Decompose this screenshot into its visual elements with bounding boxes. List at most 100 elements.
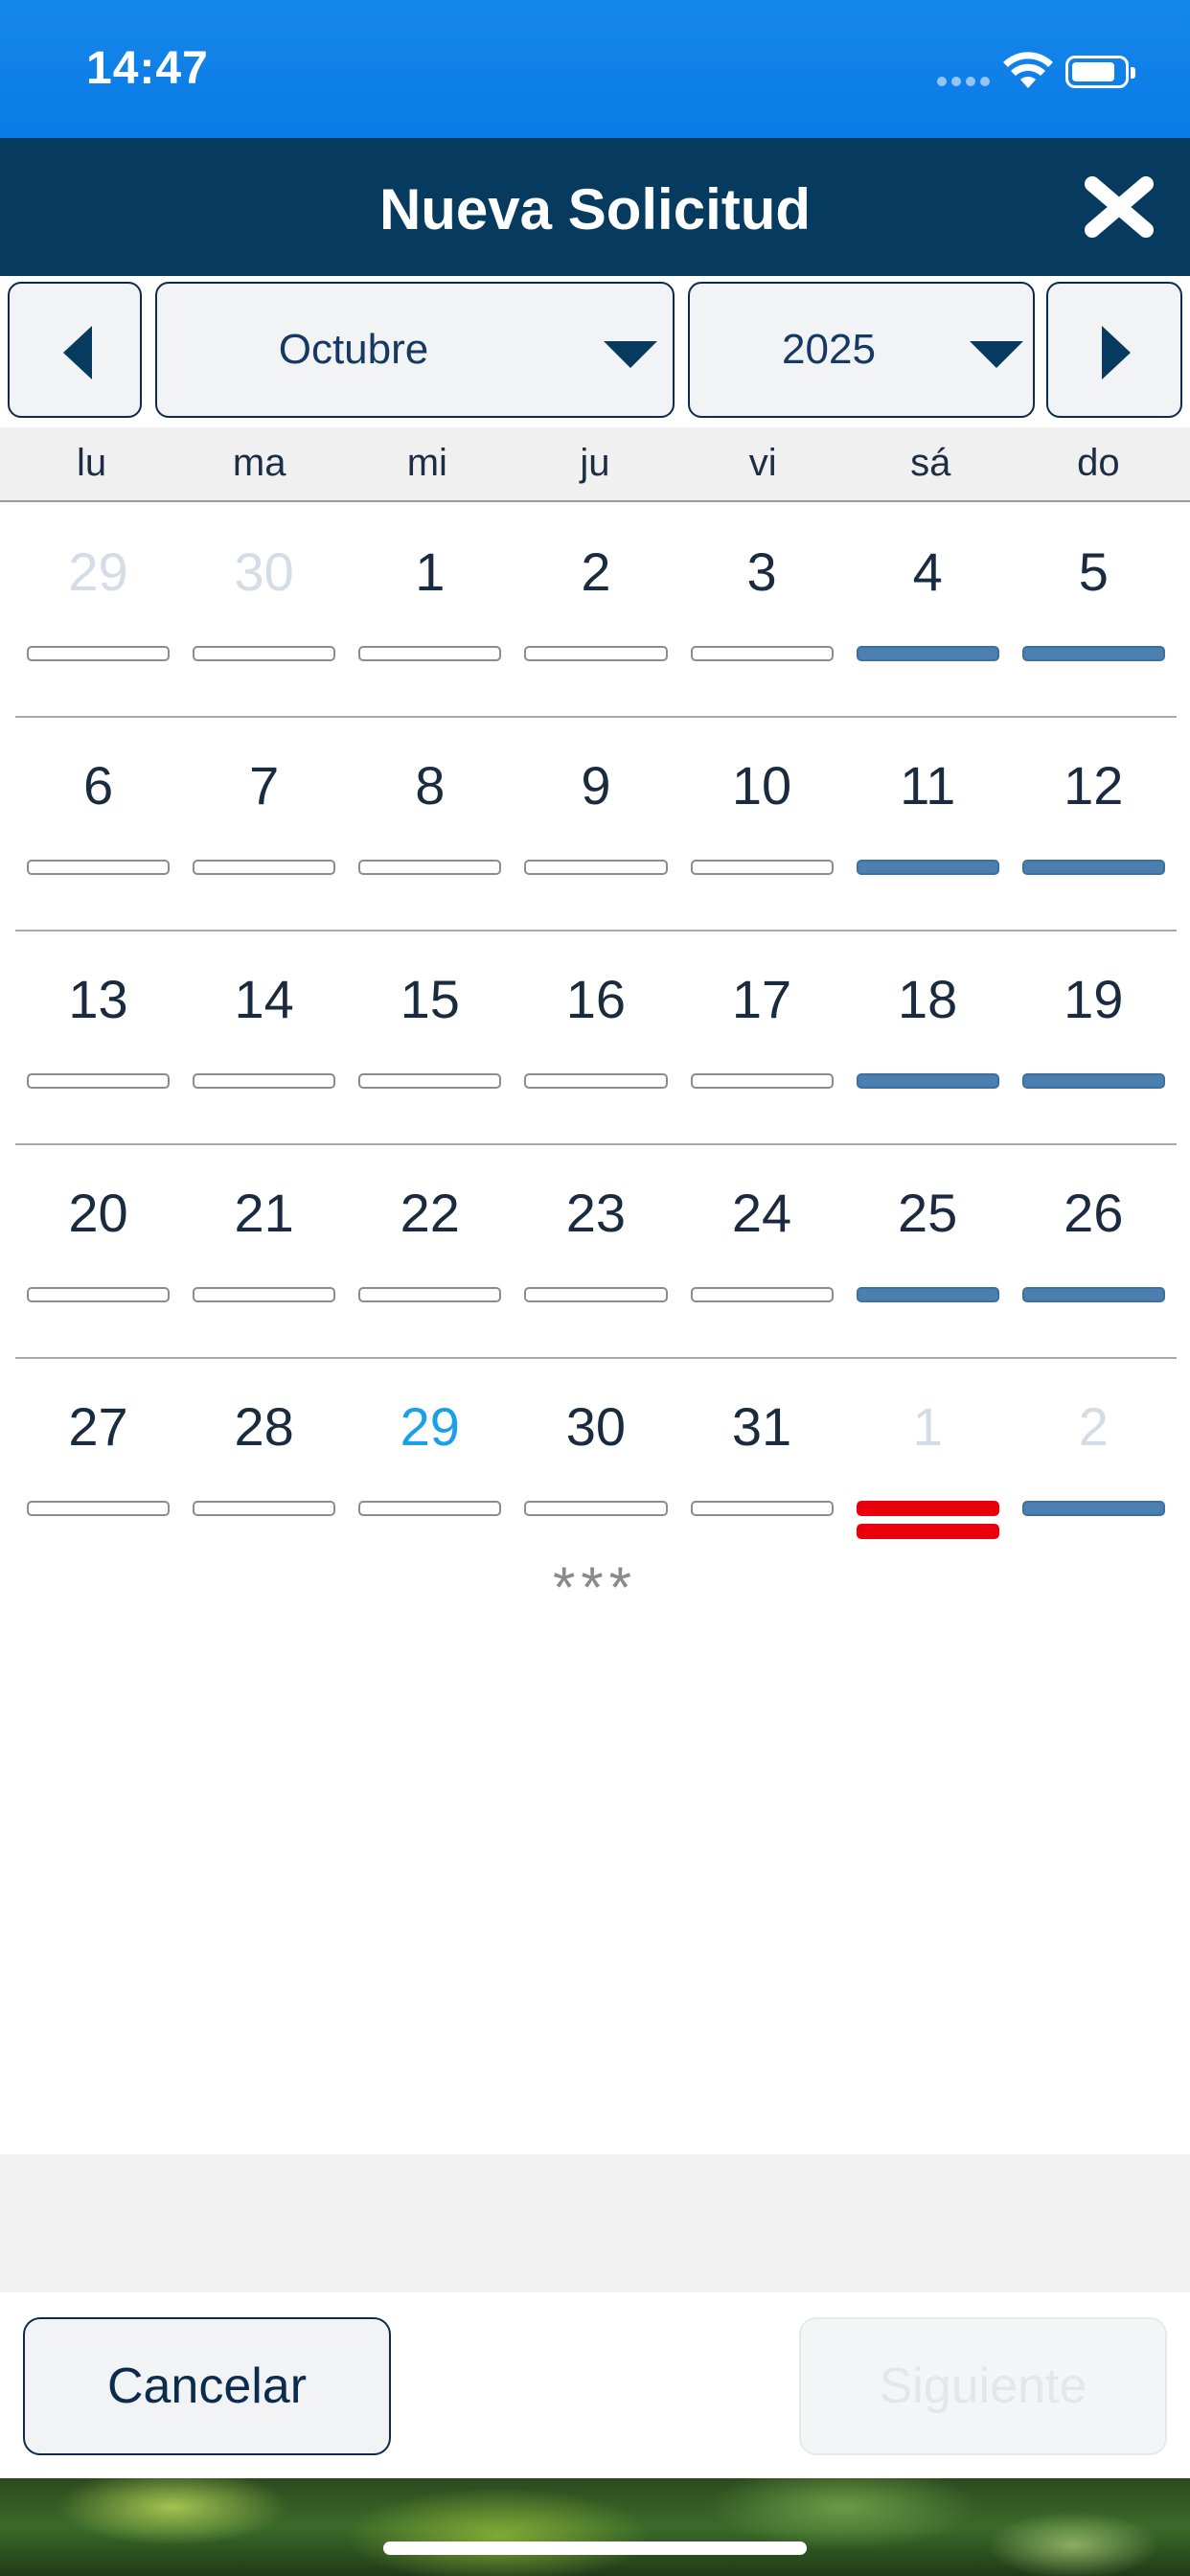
day-status-bar <box>524 860 668 875</box>
day-status-bar <box>690 1501 834 1516</box>
calendar-day[interactable]: 27 <box>15 1359 181 1573</box>
day-number: 16 <box>565 969 627 1029</box>
cancel-button[interactable]: Cancelar <box>23 2317 391 2455</box>
month-dropdown[interactable]: Octubre <box>155 282 675 418</box>
calendar-day[interactable]: 14 <box>181 932 347 1143</box>
calendar-day[interactable]: 7 <box>181 718 347 930</box>
day-status-bar <box>193 1501 336 1516</box>
month-value: Octubre <box>278 326 429 373</box>
chevron-right-icon <box>1102 326 1131 380</box>
calendar-day[interactable]: 16 <box>513 932 678 1143</box>
weekday-label: mi <box>406 442 447 484</box>
year-dropdown[interactable]: 2025 <box>688 282 1035 418</box>
calendar-day[interactable]: 3 <box>679 504 845 716</box>
status-bar: 14:47 <box>0 0 1190 138</box>
calendar-day[interactable]: 2 <box>1011 1359 1177 1573</box>
day-status-bar <box>690 646 834 661</box>
calendar-day[interactable]: 6 <box>15 718 181 930</box>
calendar-day[interactable]: 9 <box>513 718 678 930</box>
calendar-day[interactable]: 18 <box>845 932 1011 1143</box>
day-number: 29 <box>400 1396 460 1457</box>
day-status-bar <box>358 646 502 661</box>
day-number: 13 <box>68 969 128 1029</box>
calendar-day[interactable]: 15 <box>347 932 513 1143</box>
calendar-day[interactable]: 22 <box>347 1145 513 1357</box>
day-number: 3 <box>746 541 777 602</box>
calendar-day[interactable]: 25 <box>845 1145 1011 1357</box>
calendar-day[interactable]: 19 <box>1011 932 1177 1143</box>
close-icon[interactable] <box>1081 172 1157 242</box>
day-status-bar <box>856 1073 999 1089</box>
next-month-button[interactable] <box>1046 282 1182 418</box>
day-status-bar <box>856 646 999 661</box>
calendar-day[interactable]: 31 <box>679 1359 845 1573</box>
weekday-label: lu <box>77 442 107 484</box>
next-button[interactable]: Siguiente <box>799 2317 1167 2455</box>
day-status-bar <box>27 1501 171 1516</box>
day-number: 29 <box>68 541 128 602</box>
calendar-day[interactable]: 5 <box>1011 504 1177 716</box>
weekday-label: ju <box>580 442 610 484</box>
calendar-grid: 29 30 1 2 3 4 5 6 7 8 9 10 11 12 13 14 15 16 17 18 19 20 21 22 2… <box>15 504 1177 1573</box>
day-status-bar <box>27 860 171 875</box>
spacer-band <box>0 2154 1190 2292</box>
calendar-day[interactable]: 1 <box>347 504 513 716</box>
day-status-bar <box>690 860 834 875</box>
year-value: 2025 <box>782 326 876 373</box>
day-status-bar <box>193 1073 336 1089</box>
calendar-day[interactable]: 17 <box>679 932 845 1143</box>
background-image <box>0 2478 1190 2576</box>
day-number: 31 <box>731 1396 792 1457</box>
calendar-day[interactable]: 23 <box>513 1145 678 1357</box>
day-number: 18 <box>898 969 958 1029</box>
day-status-bar <box>1021 860 1165 875</box>
day-status-bar <box>1021 1501 1165 1516</box>
calendar-day[interactable]: 30 <box>513 1359 678 1573</box>
calendar-day[interactable]: 28 <box>181 1359 347 1573</box>
day-number: 11 <box>900 755 956 816</box>
day-number: 5 <box>1078 541 1109 602</box>
calendar-week-row: 20 21 22 23 24 25 26 <box>15 1145 1177 1359</box>
calendar-day[interactable]: 29 <box>15 504 181 716</box>
day-status-bar <box>524 1287 668 1302</box>
day-status-bar <box>27 646 171 661</box>
day-status-bar-secondary <box>856 1524 999 1539</box>
month-year-selector: Octubre 2025 <box>0 276 1190 422</box>
calendar-week-row: 29 30 1 2 3 4 5 <box>15 504 1177 718</box>
day-status-bar <box>1021 1073 1165 1089</box>
calendar-day[interactable]: 13 <box>15 932 181 1143</box>
calendar-day[interactable]: 10 <box>679 718 845 930</box>
calendar-day[interactable]: 2 <box>513 504 678 716</box>
calendar-day[interactable]: 21 <box>181 1145 347 1357</box>
calendar-day[interactable]: 11 <box>845 718 1011 930</box>
weekday-label: sá <box>910 442 951 484</box>
chevron-left-icon <box>63 326 92 380</box>
calendar-day[interactable]: 26 <box>1011 1145 1177 1357</box>
calendar-day[interactable]: 8 <box>347 718 513 930</box>
day-status-bar <box>856 1501 999 1516</box>
day-number: 30 <box>565 1396 627 1457</box>
calendar-day[interactable]: 29 <box>347 1359 513 1573</box>
more-indicator: *** <box>552 1555 638 1620</box>
calendar-week-row: 6 7 8 9 10 11 12 <box>15 718 1177 932</box>
calendar-day[interactable]: 20 <box>15 1145 181 1357</box>
weekday-header: lu ma mi ju vi sá do <box>0 427 1190 502</box>
day-status-bar <box>193 860 336 875</box>
calendar-day[interactable]: 1 <box>845 1359 1011 1573</box>
calendar-day[interactable]: 4 <box>845 504 1011 716</box>
day-status-bar <box>1021 1287 1165 1302</box>
previous-month-button[interactable] <box>8 282 142 418</box>
home-indicator[interactable] <box>383 2542 807 2555</box>
page-title: Nueva Solicitud <box>378 177 812 242</box>
day-number: 22 <box>400 1183 460 1243</box>
day-status-bar <box>856 1287 999 1302</box>
day-status-bar <box>1021 646 1165 661</box>
day-status-bar <box>524 646 668 661</box>
calendar-day[interactable]: 12 <box>1011 718 1177 930</box>
caret-down-icon <box>604 341 657 368</box>
calendar-day[interactable]: 30 <box>181 504 347 716</box>
day-status-bar <box>193 1287 336 1302</box>
calendar-day[interactable]: 24 <box>679 1145 845 1357</box>
calendar-week-row: 13 14 15 16 17 18 19 <box>15 932 1177 1145</box>
day-number: 25 <box>898 1183 958 1243</box>
